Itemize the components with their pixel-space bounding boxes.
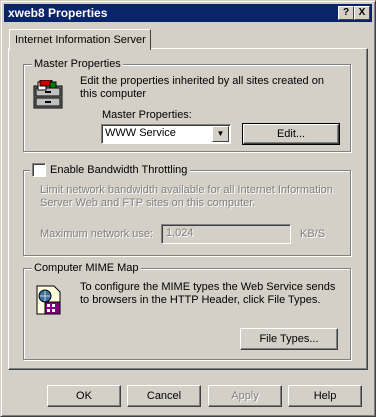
tab-panel: Master Properties Edit the properties in… xyxy=(8,48,368,370)
cancel-button[interactable]: Cancel xyxy=(127,385,201,407)
properties-dialog: xweb8 Properties ? X Internet Informatio… xyxy=(0,0,376,417)
bandwidth-checkbox[interactable] xyxy=(32,163,46,177)
master-description: Edit the properties inherited by all sit… xyxy=(80,75,324,100)
master-properties-group: Master Properties Edit the properties in… xyxy=(23,58,351,152)
tab-internet-information-server[interactable]: Internet Information Server xyxy=(9,29,151,50)
file-cabinet-icon xyxy=(33,80,63,109)
maximum-network-use-label: Maximum network use: xyxy=(40,228,154,240)
mime-map-group: Computer MIME Map To configure the MIME … xyxy=(23,262,351,360)
master-properties-value: WWW Service xyxy=(105,127,176,139)
apply-button[interactable]: Apply xyxy=(208,385,282,407)
maximum-network-use-field: 1,024 xyxy=(161,224,291,244)
ok-button[interactable]: OK xyxy=(47,385,121,407)
tab-label: Internet Information Server xyxy=(15,34,146,46)
window-title: xweb8 Properties xyxy=(8,6,108,20)
master-properties-select[interactable]: WWW Service ▼ xyxy=(101,124,231,144)
help-title-button[interactable]: ? xyxy=(338,6,354,20)
bandwidth-description: Limit network bandwidth available for al… xyxy=(40,184,333,209)
mime-types-icon xyxy=(36,285,61,315)
close-button[interactable]: X xyxy=(354,6,370,20)
file-types-button[interactable]: File Types... xyxy=(240,328,338,350)
bandwidth-checkbox-row[interactable]: Enable Bandwidth Throttling xyxy=(30,163,190,177)
master-properties-group-title: Master Properties xyxy=(32,58,123,70)
maximum-network-use-value: 1,024 xyxy=(166,227,194,239)
help-button[interactable]: Help xyxy=(288,385,362,407)
title-bar[interactable]: xweb8 Properties ? X xyxy=(4,4,372,22)
chevron-down-icon[interactable]: ▼ xyxy=(212,126,229,142)
bandwidth-checkbox-label: Enable Bandwidth Throttling xyxy=(50,164,188,176)
bandwidth-unit: KB/S xyxy=(300,228,326,240)
mime-map-group-title: Computer MIME Map xyxy=(32,262,141,274)
edit-button[interactable]: Edit... xyxy=(242,123,340,145)
master-properties-label: Master Properties: xyxy=(102,109,192,121)
mime-description: To configure the MIME types the Web Serv… xyxy=(80,281,336,306)
bandwidth-group: Enable Bandwidth Throttling Limit networ… xyxy=(23,163,351,256)
